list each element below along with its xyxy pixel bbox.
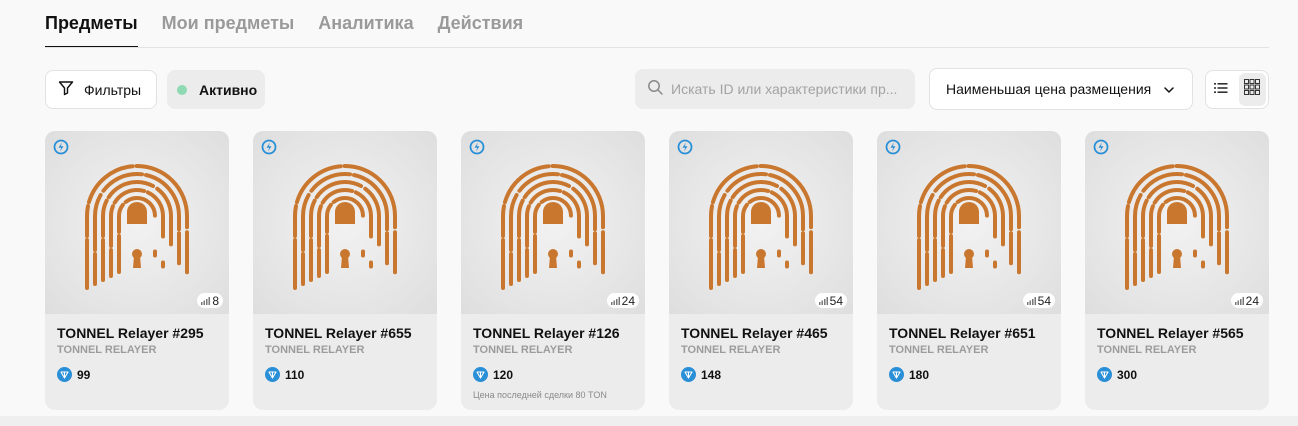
tab-bar: Предметы Мои предметы Аналитика Действия xyxy=(45,0,523,48)
item-image: 54 xyxy=(669,131,853,314)
item-image: 54 xyxy=(877,131,1061,314)
item-collection: TONNEL RELAYER xyxy=(681,344,781,356)
item-card[interactable]: 54 TONNEL Relayer #465 TONNEL RELAYER 14… xyxy=(669,131,853,410)
count-value: 54 xyxy=(829,293,843,308)
item-name: TONNEL Relayer #655 xyxy=(265,325,412,341)
search-icon xyxy=(647,79,663,100)
item-price: 180 xyxy=(889,367,929,382)
ton-icon xyxy=(681,367,696,382)
item-image: 8 xyxy=(45,131,229,314)
item-price: 148 xyxy=(681,367,721,382)
item-price: 120 xyxy=(473,367,513,382)
bottom-strip xyxy=(0,416,1298,426)
item-collection: TONNEL RELAYER xyxy=(265,344,365,356)
relayer-artwork xyxy=(1125,163,1229,290)
chevron-down-icon xyxy=(1163,81,1175,97)
ton-icon xyxy=(265,367,280,382)
price-value: 300 xyxy=(1117,367,1138,382)
signal-icon xyxy=(201,296,211,305)
price-value: 99 xyxy=(77,367,91,382)
count-badge: 54 xyxy=(1022,293,1055,308)
count-value: 8 xyxy=(212,293,219,308)
item-collection: TONNEL RELAYER xyxy=(57,344,157,356)
ton-icon xyxy=(1097,367,1112,382)
items-grid: 8 TONNEL Relayer #295 TONNEL RELAYER 99 … xyxy=(45,131,1269,410)
view-toggle xyxy=(1205,70,1269,109)
active-label: Активно xyxy=(199,81,258,98)
item-card[interactable]: 24 TONNEL Relayer #565 TONNEL RELAYER 30… xyxy=(1085,131,1269,410)
verified-icon xyxy=(885,139,901,160)
grid-icon xyxy=(1244,79,1261,100)
grid-view-button[interactable] xyxy=(1238,73,1266,106)
item-collection: TONNEL RELAYER xyxy=(473,344,573,356)
tab-items[interactable]: Предметы xyxy=(45,0,138,48)
filters-label: Фильтры xyxy=(84,81,142,98)
item-name: TONNEL Relayer #465 xyxy=(681,325,828,341)
list-icon xyxy=(1214,81,1228,99)
search-input[interactable] xyxy=(671,81,901,97)
signal-icon xyxy=(610,296,620,305)
count-badge: 24 xyxy=(606,293,639,308)
sort-select[interactable]: Наименьшая цена размещения xyxy=(929,68,1193,110)
signal-icon xyxy=(1026,296,1036,305)
count-badge: 24 xyxy=(1230,293,1263,308)
item-card[interactable]: TONNEL Relayer #655 TONNEL RELAYER 110 xyxy=(253,131,437,410)
tab-divider xyxy=(45,47,1269,48)
relayer-artwork xyxy=(293,163,397,290)
filters-button[interactable]: Фильтры xyxy=(45,70,157,109)
verified-icon xyxy=(261,139,277,160)
relayer-artwork xyxy=(501,163,605,290)
tab-my-items[interactable]: Мои предметы xyxy=(162,0,295,48)
item-collection: TONNEL RELAYER xyxy=(889,344,989,356)
count-badge: 54 xyxy=(814,293,847,308)
active-dot-icon xyxy=(177,84,187,95)
sort-label: Наименьшая цена размещения xyxy=(946,81,1152,97)
tab-analytics[interactable]: Аналитика xyxy=(318,0,413,48)
relayer-artwork xyxy=(917,163,1021,290)
item-card[interactable]: 24 TONNEL Relayer #126 TONNEL RELAYER 12… xyxy=(461,131,645,410)
item-name: TONNEL Relayer #295 xyxy=(57,325,204,341)
verified-icon xyxy=(1093,139,1109,160)
count-value: 24 xyxy=(1245,293,1259,308)
count-badge: 8 xyxy=(197,293,223,308)
verified-icon xyxy=(677,139,693,160)
ton-icon xyxy=(473,367,488,382)
filter-icon xyxy=(58,80,74,99)
verified-icon xyxy=(53,139,69,160)
price-value: 120 xyxy=(493,367,514,382)
item-name: TONNEL Relayer #126 xyxy=(473,325,620,341)
relayer-artwork xyxy=(85,163,189,290)
item-card[interactable]: 54 TONNEL Relayer #651 TONNEL RELAYER 18… xyxy=(877,131,1061,410)
count-value: 24 xyxy=(621,293,635,308)
signal-icon xyxy=(818,296,828,305)
item-image: 24 xyxy=(461,131,645,314)
item-price: 99 xyxy=(57,367,90,382)
signal-icon xyxy=(1234,296,1244,305)
verified-icon xyxy=(469,139,485,160)
item-image: 24 xyxy=(1085,131,1269,314)
item-card[interactable]: 8 TONNEL Relayer #295 TONNEL RELAYER 99 xyxy=(45,131,229,410)
item-collection: TONNEL RELAYER xyxy=(1097,344,1197,356)
item-price: 110 xyxy=(265,367,304,382)
search-box[interactable] xyxy=(635,69,915,109)
item-price: 300 xyxy=(1097,367,1137,382)
last-sale-text: Цена последней сделки 80 TON xyxy=(473,390,607,400)
item-image xyxy=(253,131,437,314)
count-value: 54 xyxy=(1037,293,1051,308)
list-view-button[interactable] xyxy=(1206,71,1237,108)
item-name: TONNEL Relayer #651 xyxy=(889,325,1036,341)
item-name: TONNEL Relayer #565 xyxy=(1097,325,1244,341)
tab-activity[interactable]: Действия xyxy=(438,0,524,48)
price-value: 180 xyxy=(909,367,930,382)
ton-icon xyxy=(57,367,72,382)
active-status-chip[interactable]: Активно xyxy=(167,70,265,109)
price-value: 110 xyxy=(285,367,305,382)
relayer-artwork xyxy=(709,163,813,290)
ton-icon xyxy=(889,367,904,382)
price-value: 148 xyxy=(701,367,722,382)
